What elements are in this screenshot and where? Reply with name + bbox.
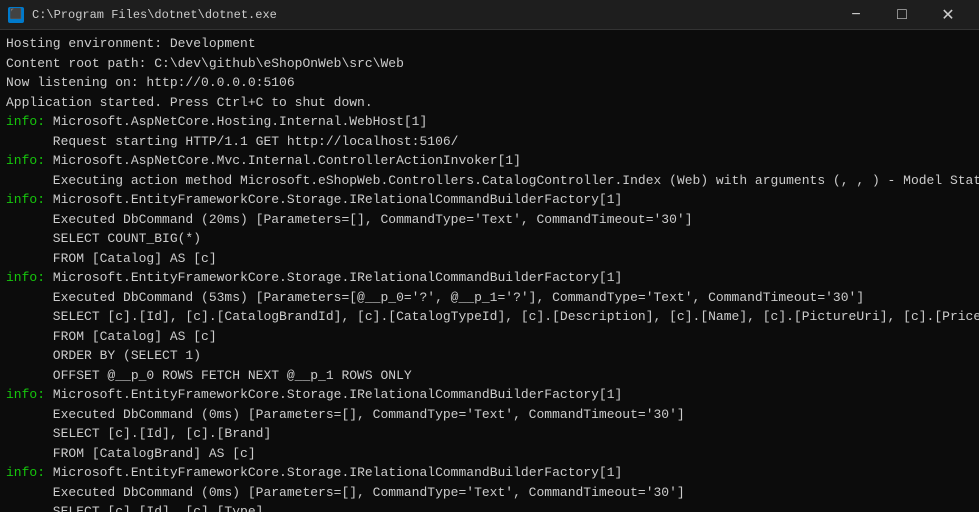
console-line: info: Microsoft.EntityFrameworkCore.Stor… <box>6 463 973 483</box>
console-line: info: Microsoft.AspNetCore.Mvc.Internal.… <box>6 151 973 171</box>
close-button[interactable]: ✕ <box>925 0 971 30</box>
minimize-button[interactable]: − <box>833 0 879 30</box>
console-line: Request starting HTTP/1.1 GET http://loc… <box>6 132 973 152</box>
window: ⬛ C:\Program Files\dotnet\dotnet.exe − □… <box>0 0 979 512</box>
console-output: Hosting environment: DevelopmentContent … <box>0 30 979 512</box>
console-line: Executed DbCommand (53ms) [Parameters=[@… <box>6 288 973 308</box>
console-line: Executed DbCommand (0ms) [Parameters=[],… <box>6 483 973 503</box>
console-line: info: Microsoft.EntityFrameworkCore.Stor… <box>6 190 973 210</box>
app-icon: ⬛ <box>8 7 24 23</box>
console-line: SELECT [c].[Id], [c].[CatalogBrandId], [… <box>6 307 973 327</box>
title-bar: ⬛ C:\Program Files\dotnet\dotnet.exe − □… <box>0 0 979 30</box>
console-line: Application started. Press Ctrl+C to shu… <box>6 93 973 113</box>
console-line: SELECT [c].[Id], [c].[Type] <box>6 502 973 512</box>
console-line: OFFSET @__p_0 ROWS FETCH NEXT @__p_1 ROW… <box>6 366 973 386</box>
window-controls: − □ ✕ <box>833 0 971 30</box>
console-line: ORDER BY (SELECT 1) <box>6 346 973 366</box>
console-line: Content root path: C:\dev\github\eShopOn… <box>6 54 973 74</box>
console-line: Executed DbCommand (20ms) [Parameters=[]… <box>6 210 973 230</box>
app-icon-symbol: ⬛ <box>10 9 22 21</box>
console-line: info: Microsoft.EntityFrameworkCore.Stor… <box>6 268 973 288</box>
console-line: Executed DbCommand (0ms) [Parameters=[],… <box>6 405 973 425</box>
maximize-button[interactable]: □ <box>879 0 925 30</box>
console-line: Now listening on: http://0.0.0.0:5106 <box>6 73 973 93</box>
console-line: FROM [CatalogBrand] AS [c] <box>6 444 973 464</box>
console-line: Executing action method Microsoft.eShopW… <box>6 171 973 191</box>
console-line: FROM [Catalog] AS [c] <box>6 327 973 347</box>
console-line: info: Microsoft.AspNetCore.Hosting.Inter… <box>6 112 973 132</box>
console-line: info: Microsoft.EntityFrameworkCore.Stor… <box>6 385 973 405</box>
console-line: SELECT [c].[Id], [c].[Brand] <box>6 424 973 444</box>
console-line: Hosting environment: Development <box>6 34 973 54</box>
console-line: SELECT COUNT_BIG(*) <box>6 229 973 249</box>
window-title: C:\Program Files\dotnet\dotnet.exe <box>32 8 277 22</box>
console-line: FROM [Catalog] AS [c] <box>6 249 973 269</box>
title-bar-left: ⬛ C:\Program Files\dotnet\dotnet.exe <box>8 7 277 23</box>
